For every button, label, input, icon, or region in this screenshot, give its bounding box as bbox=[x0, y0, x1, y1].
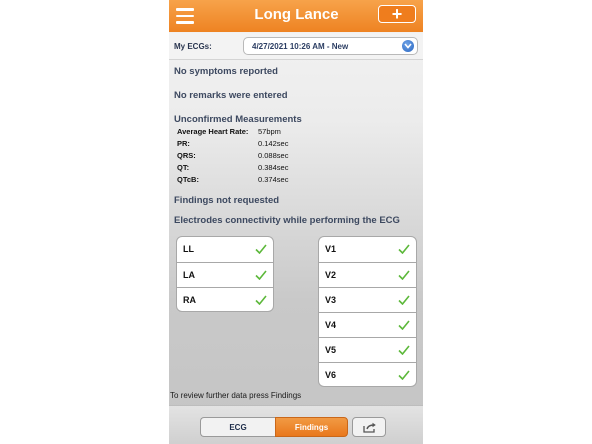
my-ecgs-label: My ECGs: bbox=[174, 42, 212, 51]
bottom-tab-bar: ECG Findings bbox=[169, 405, 423, 444]
electrode-row-v3: V3 bbox=[319, 287, 416, 312]
measurement-value: 0.384sec bbox=[258, 163, 289, 172]
ecg-selected-value: 4/27/2021 10:26 AM - New bbox=[252, 42, 349, 51]
measurement-label: QT: bbox=[177, 163, 190, 172]
electrode-label: V2 bbox=[325, 270, 337, 280]
check-icon bbox=[398, 295, 410, 305]
electrode-row-v2: V2 bbox=[319, 262, 416, 287]
top-bar: Long Lance + bbox=[169, 0, 423, 32]
measurement-value: 57bpm bbox=[258, 127, 281, 136]
measurement-value: 0.088sec bbox=[258, 151, 289, 160]
electrode-label: V6 bbox=[325, 370, 337, 380]
app-screen: Long Lance + My ECGs: 4/27/2021 10:26 AM… bbox=[169, 0, 423, 444]
electrodes-heading: Electrodes connectivity while performing… bbox=[174, 215, 400, 226]
ecg-select-dropdown[interactable]: 4/27/2021 10:26 AM - New bbox=[243, 37, 418, 55]
electrode-row-v5: V5 bbox=[319, 337, 416, 362]
tab-ecg[interactable]: ECG bbox=[200, 417, 275, 437]
check-icon bbox=[398, 244, 410, 254]
electrode-row-la: LA bbox=[177, 262, 273, 287]
measurement-value: 0.374sec bbox=[258, 175, 289, 184]
chevron-down-circle-icon bbox=[402, 40, 414, 52]
electrode-row-ll: LL bbox=[177, 237, 273, 262]
check-icon bbox=[398, 370, 410, 380]
measurement-value: 0.142sec bbox=[258, 139, 289, 148]
check-icon bbox=[398, 270, 410, 280]
measurement-label: Average Heart Rate: bbox=[177, 127, 249, 136]
tab-findings[interactable]: Findings bbox=[275, 417, 348, 437]
electrode-row-ra: RA bbox=[177, 287, 273, 311]
measurement-label: QRS: bbox=[177, 151, 196, 160]
hamburger-menu-icon[interactable] bbox=[176, 8, 194, 24]
electrode-label: LL bbox=[183, 244, 194, 254]
measurements-heading: Unconfirmed Measurements bbox=[174, 114, 302, 125]
check-icon bbox=[398, 320, 410, 330]
electrode-label: V4 bbox=[325, 320, 337, 330]
findings-status-text: Findings not requested bbox=[174, 195, 280, 206]
electrode-label: LA bbox=[183, 270, 195, 280]
check-icon bbox=[398, 345, 410, 355]
share-button[interactable] bbox=[352, 417, 386, 437]
chest-electrodes-list: V1 V2 V3 V4 V5 V6 bbox=[318, 236, 417, 387]
electrode-row-v1: V1 bbox=[319, 237, 416, 262]
check-icon bbox=[255, 270, 267, 280]
electrode-row-v6: V6 bbox=[319, 362, 416, 386]
symptoms-text: No symptoms reported bbox=[174, 66, 278, 77]
findings-hint-text: To review further data press Findings bbox=[170, 391, 302, 400]
patient-name-title: Long Lance bbox=[254, 6, 339, 23]
check-icon bbox=[255, 295, 267, 305]
share-export-icon bbox=[363, 422, 376, 433]
remarks-text: No remarks were entered bbox=[174, 90, 288, 101]
electrode-label: V5 bbox=[325, 345, 337, 355]
limb-electrodes-list: LL LA RA bbox=[176, 236, 274, 312]
check-icon bbox=[255, 244, 267, 254]
measurement-label: QTcB: bbox=[177, 175, 199, 184]
electrode-label: V1 bbox=[325, 244, 337, 254]
ecg-selector-row: My ECGs: 4/27/2021 10:26 AM - New bbox=[169, 33, 423, 60]
electrode-label: V3 bbox=[325, 295, 337, 305]
measurement-label: PR: bbox=[177, 139, 190, 148]
add-button[interactable]: + bbox=[378, 5, 416, 23]
electrode-label: RA bbox=[183, 295, 196, 305]
electrode-row-v4: V4 bbox=[319, 312, 416, 337]
